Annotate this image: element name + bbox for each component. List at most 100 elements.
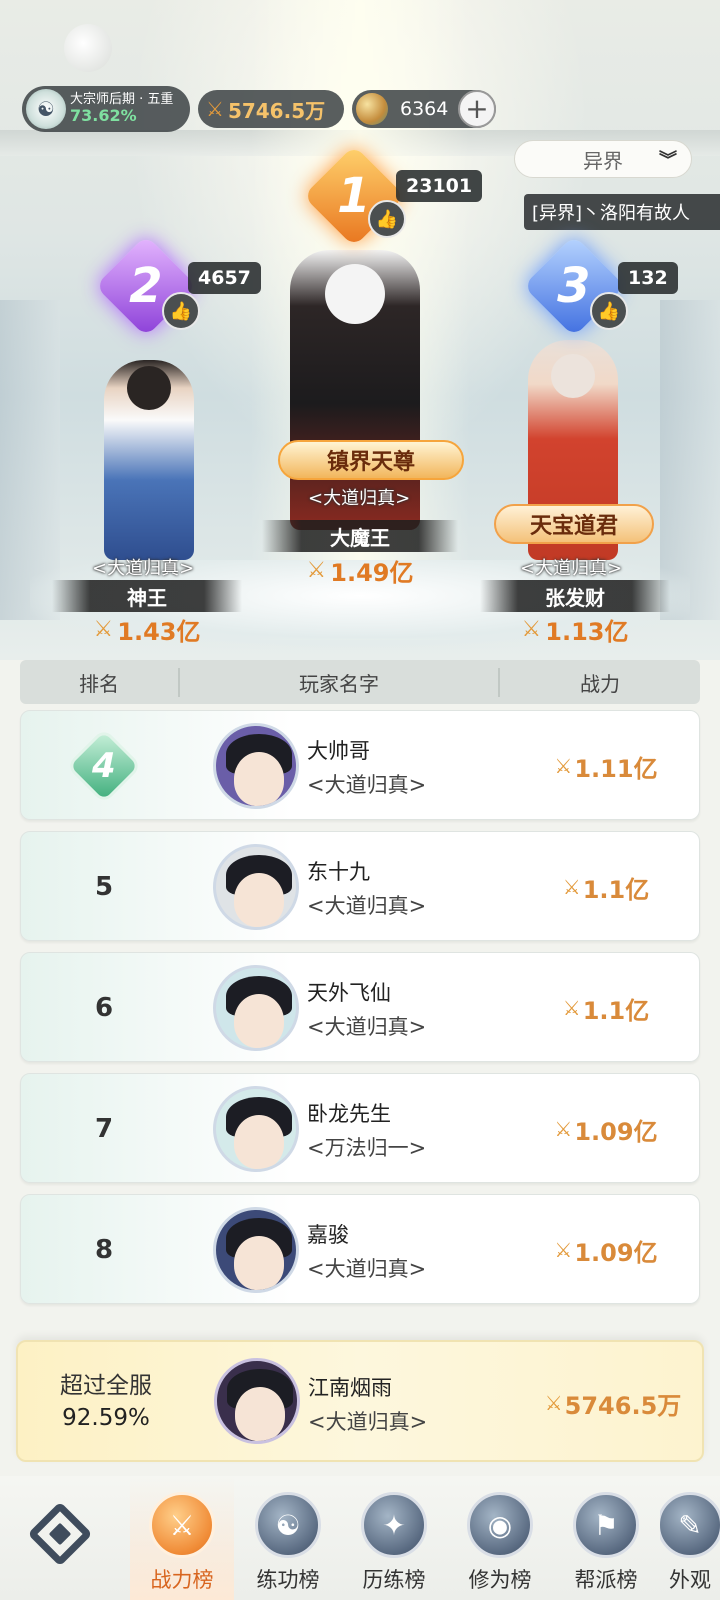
player-name: 大帅哥 [307, 739, 370, 763]
rank2-guild: <大道归真> [92, 558, 195, 579]
avatar[interactable] [213, 965, 299, 1051]
exceed-label: 超过全服 [60, 1373, 152, 1399]
avatar[interactable] [213, 844, 299, 930]
tab-label: 战力榜 [150, 1568, 214, 1592]
realm-status[interactable]: ☯ 大宗师后期 · 五重 73.62% [22, 86, 190, 132]
table-row[interactable]: 6 天外飞仙 <大道归真> ⚔ 1.1亿 [20, 952, 700, 1062]
rank2-character[interactable] [104, 360, 194, 560]
crossed-swords-icon: ⚔ [306, 557, 327, 583]
exceed-percent: 92.59% [62, 1405, 150, 1432]
menu-button[interactable] [24, 1498, 96, 1570]
character-head [127, 366, 171, 410]
banner-icon: ⚑ [573, 1492, 639, 1558]
coin-icon [356, 93, 388, 125]
tab-label: 帮派榜 [574, 1568, 638, 1592]
tab-guild-ranking[interactable]: ⚑ 帮派榜 [554, 1476, 658, 1600]
avatar[interactable] [213, 723, 299, 809]
my-rank-bar[interactable]: 超过全服 92.59% 江南烟雨 <大道归真> ⚔ 5746.5万 [16, 1340, 704, 1462]
row-rank: 6 [94, 993, 114, 1023]
star-planet-icon: ✦ [361, 1492, 427, 1558]
crossed-swords-icon: ⚔ [93, 616, 114, 642]
my-avatar[interactable] [214, 1358, 300, 1444]
header-player-name: 玩家名字 [180, 667, 500, 697]
rank3-title: 天宝道君 [494, 504, 654, 544]
row-rank: 7 [94, 1114, 114, 1144]
tab-training-ranking[interactable]: ☯ 练功榜 [236, 1476, 340, 1600]
rank1-thumbs-up-icon[interactable]: 👍 [368, 200, 406, 238]
table-row[interactable]: 4 大帅哥 <大道归真> ⚔ 1.11亿 [20, 710, 700, 820]
player-name: 天外飞仙 [307, 981, 391, 1005]
realm-emblem-icon: ☯ [26, 89, 66, 129]
announcement-ticker: [异界]丶洛阳有故人 [524, 194, 720, 230]
table-row[interactable]: 7 卧龙先生 <万法归一> ⚔ 1.09亿 [20, 1073, 700, 1183]
crossed-swords-icon: ⚔ [149, 1492, 215, 1558]
player-guild: <万法归一> [307, 1136, 427, 1160]
crossed-swords-icon: ⚔ [521, 616, 542, 642]
row-rank: 5 [94, 872, 114, 902]
crossed-swords-icon: ⚔ [554, 1238, 572, 1262]
bottom-nav: ⚔ 战力榜 ☯ 练功榜 ✦ 历练榜 ◉ 修为榜 ⚑ 帮派榜 ✎ 外观 [0, 1476, 720, 1600]
crossed-swords-icon: ⚔ [562, 875, 581, 899]
rank3-name: 张发财 [480, 580, 670, 612]
coin-value: 6364 [400, 98, 449, 120]
player-name: 东十九 [307, 860, 370, 884]
chevron-down-icon: ︾ [659, 150, 677, 171]
realm-progress: 73.62% [70, 106, 137, 126]
crossed-swords-icon: ⚔ [544, 1391, 563, 1415]
crossed-swords-icon: ⚔ [554, 1117, 572, 1141]
rank1-guild: <大道归真> [308, 488, 411, 509]
character-head [551, 354, 595, 398]
fan-icon: ✎ [660, 1492, 720, 1558]
crossed-swords-icon: ⚔ [206, 97, 224, 121]
ticker-text: [异界]丶洛阳有故人 [532, 203, 691, 224]
player-name: 卧龙先生 [307, 1102, 391, 1126]
avatar[interactable] [213, 1086, 299, 1172]
player-power: ⚔ 1.11亿 [554, 754, 658, 783]
character-head [325, 264, 385, 324]
tab-cultivation-ranking[interactable]: ◉ 修为榜 [448, 1476, 552, 1600]
rank1-like-count: 23101 [396, 170, 483, 202]
table-row[interactable]: 8 嘉骏 <大道归真> ⚔ 1.09亿 [20, 1194, 700, 1304]
rank3-guild: <大道归真> [520, 558, 623, 579]
rank2-power: ⚔ 1.43亿 [93, 616, 201, 646]
player-guild: <大道归真> [307, 894, 427, 918]
row-rank: 8 [94, 1235, 114, 1265]
rank2-thumbs-up-icon[interactable]: 👍 [162, 292, 200, 330]
power-display: ⚔ 5746.5万 [198, 90, 344, 128]
rank3-like-count: 132 [618, 262, 678, 294]
tab-appearance-ranking[interactable]: ✎ 外观 [660, 1476, 720, 1600]
header-rank: 排名 [20, 667, 180, 697]
player-guild: <大道归真> [307, 1015, 427, 1039]
tab-label: 外观 [669, 1568, 711, 1592]
add-coins-button[interactable]: + [458, 90, 496, 128]
my-power: ⚔ 5746.5万 [544, 1391, 682, 1420]
world-dropdown[interactable]: 异界 ︾ [514, 140, 692, 178]
power-value: 5746.5万 [227, 98, 326, 123]
tab-power-ranking[interactable]: ⚔ 战力榜 [130, 1476, 234, 1600]
diamond-menu-icon [27, 1501, 93, 1567]
world-dropdown-value: 异界 [583, 148, 623, 173]
rank1-title: 镇界天尊 [278, 440, 464, 480]
rank1-power: ⚔ 1.49亿 [306, 557, 414, 587]
player-power: ⚔ 1.1亿 [562, 996, 650, 1025]
my-guild: <大道归真> [308, 1410, 428, 1434]
rank4-badge: 4 [70, 732, 138, 800]
meditation-icon: ◉ [467, 1492, 533, 1558]
player-power: ⚔ 1.09亿 [554, 1117, 658, 1146]
player-guild: <大道归真> [307, 1257, 427, 1281]
player-name: 嘉骏 [307, 1223, 349, 1247]
table-row[interactable]: 5 东十九 <大道归真> ⚔ 1.1亿 [20, 831, 700, 941]
row-rank: 4 [21, 711, 187, 821]
tab-label: 练功榜 [256, 1568, 320, 1592]
rank2-like-count: 4657 [188, 262, 261, 294]
avatar[interactable] [213, 1207, 299, 1293]
player-power: ⚔ 1.09亿 [554, 1238, 658, 1267]
crossed-swords-icon: ⚔ [562, 996, 581, 1020]
rank3-thumbs-up-icon[interactable]: 👍 [590, 292, 628, 330]
coin-display: 6364 + [352, 90, 496, 128]
ranking-list[interactable]: 4 大帅哥 <大道归真> ⚔ 1.11亿 5 东十九 <大道归真> ⚔ 1.1亿 6… [20, 710, 700, 1315]
rank2-name: 神王 [52, 580, 242, 612]
tab-experience-ranking[interactable]: ✦ 历练榜 [342, 1476, 446, 1600]
my-name: 江南烟雨 [308, 1376, 392, 1400]
rank3-power: ⚔ 1.13亿 [521, 616, 629, 646]
